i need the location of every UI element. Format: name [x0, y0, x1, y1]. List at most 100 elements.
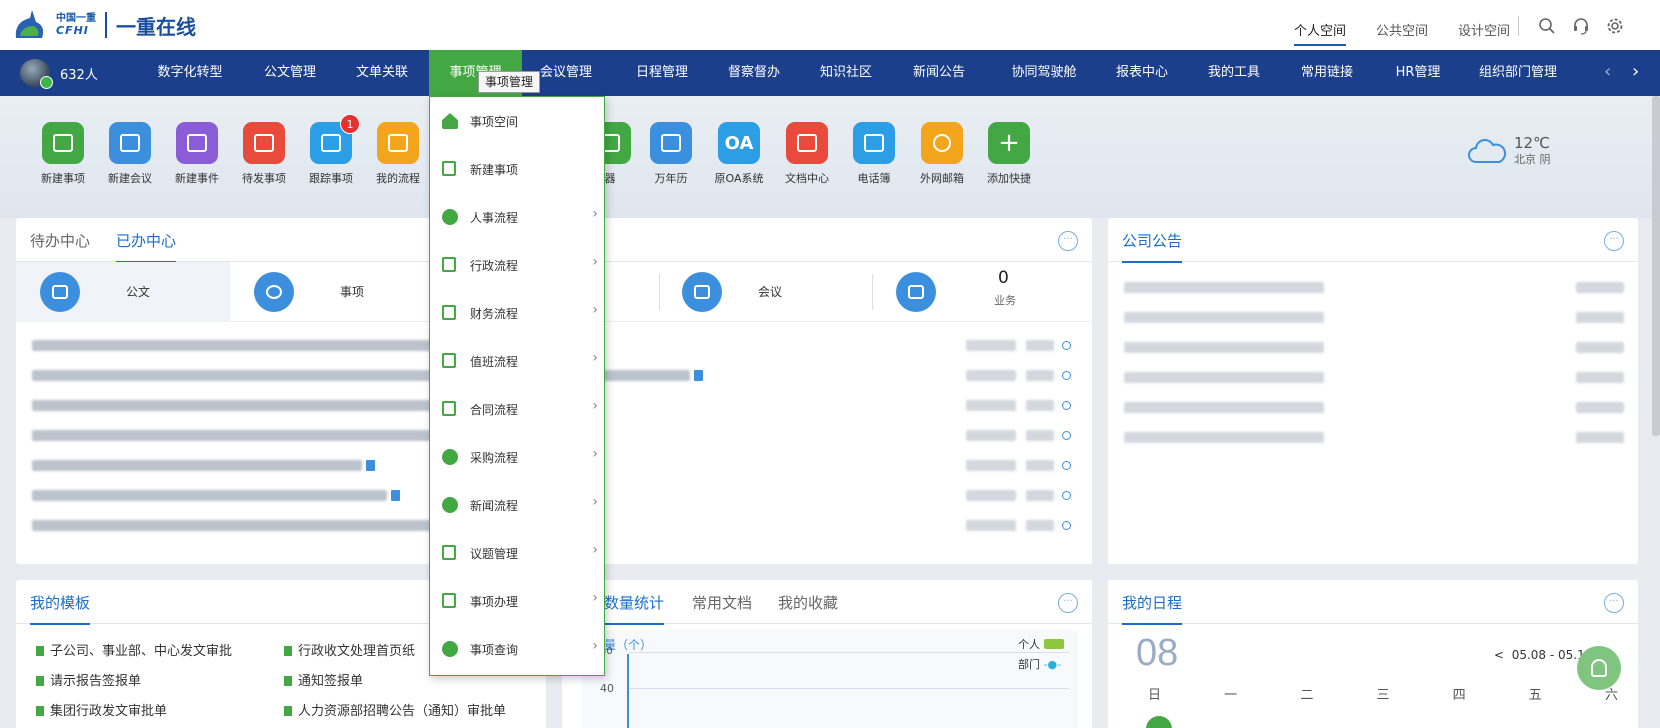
shortcut-mail[interactable]: 外网邮箱 — [912, 122, 972, 186]
menu-item-purchase-process[interactable]: 采购流程 › — [430, 433, 604, 481]
category-meeting[interactable]: 会议 — [658, 262, 872, 322]
online-users[interactable]: 632人 — [20, 59, 98, 89]
today-marker[interactable] — [1146, 716, 1172, 728]
template-item[interactable]: 行政收文处理首页纸 — [284, 640, 415, 659]
menu-item-admin-process[interactable]: 行政流程 › — [430, 241, 604, 289]
template-item[interactable]: 人力资源部招聘公告（通知）审批单 — [284, 700, 506, 719]
shortcut-add[interactable]: + 添加快捷 — [979, 122, 1039, 186]
tab-todo[interactable]: 待办中心 — [30, 230, 90, 261]
legend-personal[interactable]: 个人 — [1018, 636, 1064, 652]
matter-icon — [254, 272, 294, 312]
shortcut-my-process[interactable]: 我的流程 — [368, 122, 428, 186]
bell-icon[interactable] — [1577, 646, 1621, 690]
shortcut-label: 跟踪事项 — [309, 172, 353, 185]
menu-item-news-process[interactable]: 新闻流程 › — [430, 481, 604, 529]
nav-item-cockpit[interactable]: 协同驾驶舱 — [996, 50, 1092, 96]
nav-next-icon[interactable]: › — [1632, 62, 1639, 82]
template-item[interactable]: 子公司、事业部、中心发文审批 — [36, 640, 232, 659]
weekday: 五 — [1528, 688, 1542, 703]
notice-item[interactable] — [1124, 280, 1624, 296]
shortcut-new-event[interactable]: 新建事件 — [167, 122, 227, 186]
menu-item-duty-process[interactable]: 值班流程 › — [430, 337, 604, 385]
template-item[interactable]: 请示报告签报单 — [36, 670, 141, 689]
logo[interactable]: 中国一重 CFHI 一重在线 — [12, 8, 196, 42]
nav-item-org[interactable]: 组织部门管理 — [1468, 50, 1568, 96]
person-icon — [1062, 461, 1071, 470]
gear-icon[interactable] — [1606, 17, 1624, 35]
menu-item-matter-space[interactable]: 事项空间 — [430, 97, 604, 145]
template-item[interactable]: 通知签报单 — [284, 670, 363, 689]
menu-item-topic-manage[interactable]: 议题管理 › — [430, 529, 604, 577]
menu-item-hr-process[interactable]: 人事流程 › — [430, 193, 604, 241]
search-icon[interactable] — [1538, 17, 1556, 35]
template-title[interactable]: 我的模板 — [30, 592, 91, 625]
blurred-title — [32, 520, 432, 531]
legend-department[interactable]: 部门 -●- — [1018, 656, 1061, 672]
nav-item-knowledge[interactable]: 知识社区 — [806, 50, 886, 96]
nav-item-doc-link[interactable]: 文单关联 — [342, 50, 422, 96]
tab-public-space[interactable]: 公共空间 — [1376, 20, 1428, 46]
category-document[interactable]: 公文 — [16, 262, 230, 322]
schedule-title[interactable]: 我的日程 — [1122, 592, 1183, 625]
category-business[interactable]: 0 业务 — [872, 262, 1086, 322]
notice-item[interactable] — [1124, 430, 1624, 446]
menu-item-matter-handle[interactable]: 事项办理 › — [430, 577, 604, 625]
category-label: 事项 — [340, 285, 365, 299]
nav-item-links[interactable]: 常用链接 — [1287, 50, 1367, 96]
template-label: 人力资源部招聘公告（通知）审批单 — [298, 704, 507, 719]
template-item[interactable]: 集团行政发文审批单 — [36, 700, 167, 719]
nav-item-reports[interactable]: 报表中心 — [1102, 50, 1182, 96]
nav-item-tools[interactable]: 我的工具 — [1194, 50, 1274, 96]
nav-item-digital[interactable]: 数字化转型 — [146, 50, 234, 96]
nav-item-hr[interactable]: HR管理 — [1378, 50, 1458, 96]
shortcut-calendar[interactable]: 万年历 — [641, 122, 701, 186]
doc-center-icon — [786, 122, 828, 164]
menu-item-finance-process[interactable]: 财务流程 › — [430, 289, 604, 337]
shortcut-new-matter[interactable]: 新建事项 — [33, 122, 93, 186]
more-icon[interactable]: ··· — [1604, 593, 1624, 613]
shortcut-old-oa[interactable]: OA 原OA系统 — [709, 122, 769, 186]
weekday: 一 — [1224, 688, 1238, 703]
tab-design-space[interactable]: 设计空间 — [1458, 20, 1510, 46]
notice-item[interactable] — [1124, 400, 1624, 416]
chevron-right-icon: › — [592, 638, 598, 654]
blurred-date — [966, 460, 1016, 471]
nav-item-supervise[interactable]: 督察督办 — [714, 50, 794, 96]
nav-item-news[interactable]: 新闻公告 — [899, 50, 979, 96]
tab-common-docs[interactable]: 常用文档 — [692, 592, 752, 623]
nav-item-document[interactable]: 公文管理 — [250, 50, 330, 96]
category-matter[interactable]: 事项 — [230, 262, 444, 322]
more-icon[interactable]: ··· — [1604, 231, 1624, 251]
tab-quantity-stats[interactable]: 数量统计 — [604, 592, 665, 625]
shortcut-doc-center[interactable]: 文档中心 — [777, 122, 837, 186]
menu-item-new-matter[interactable]: 新建事项 — [430, 145, 604, 193]
notice-item[interactable] — [1124, 370, 1624, 386]
tab-favorites[interactable]: 我的收藏 — [778, 592, 838, 623]
notice-title[interactable]: 公司公告 — [1122, 230, 1183, 263]
nav-item-schedule[interactable]: 日程管理 — [622, 50, 702, 96]
more-icon[interactable]: ··· — [1058, 231, 1078, 251]
page-scrollbar[interactable] — [1652, 96, 1660, 436]
menu-item-matter-query[interactable]: 事项查询 › — [430, 625, 604, 673]
notice-item[interactable] — [1124, 310, 1624, 326]
tab-personal-space[interactable]: 个人空间 — [1293, 20, 1346, 46]
shortcut-tracking[interactable]: 1 跟踪事项 — [301, 114, 361, 186]
notice-item[interactable] — [1124, 340, 1624, 356]
shortcut-new-meeting[interactable]: 新建会议 — [100, 122, 160, 186]
menu-label: 新闻流程 — [470, 499, 519, 513]
shortcut-pending-send[interactable]: 待发事项 — [234, 122, 294, 186]
shortcut-label: 新建事件 — [175, 172, 219, 185]
blurred-date — [966, 340, 1016, 351]
tab-done[interactable]: 已办中心 — [116, 230, 177, 263]
shortcut-phonebook[interactable]: 电话簿 — [844, 122, 904, 186]
logo-en: CFHI — [56, 24, 89, 37]
menu-item-contract-process[interactable]: 合同流程 › — [430, 385, 604, 433]
more-icon[interactable]: ··· — [1058, 593, 1078, 613]
chevron-left-icon[interactable]: < — [1494, 648, 1504, 662]
headset-icon[interactable] — [1572, 17, 1590, 35]
business-count: 0 — [998, 268, 1009, 288]
nav-prev-icon[interactable]: ‹ — [1604, 62, 1611, 82]
stats-card: 数量统计 常用文档 我的收藏 ··· 量（个） 50 40 个人 部门 -●- — [562, 580, 1092, 728]
logo-text: 中国一重 CFHI — [56, 13, 96, 37]
weekday: 日 — [1148, 688, 1162, 703]
